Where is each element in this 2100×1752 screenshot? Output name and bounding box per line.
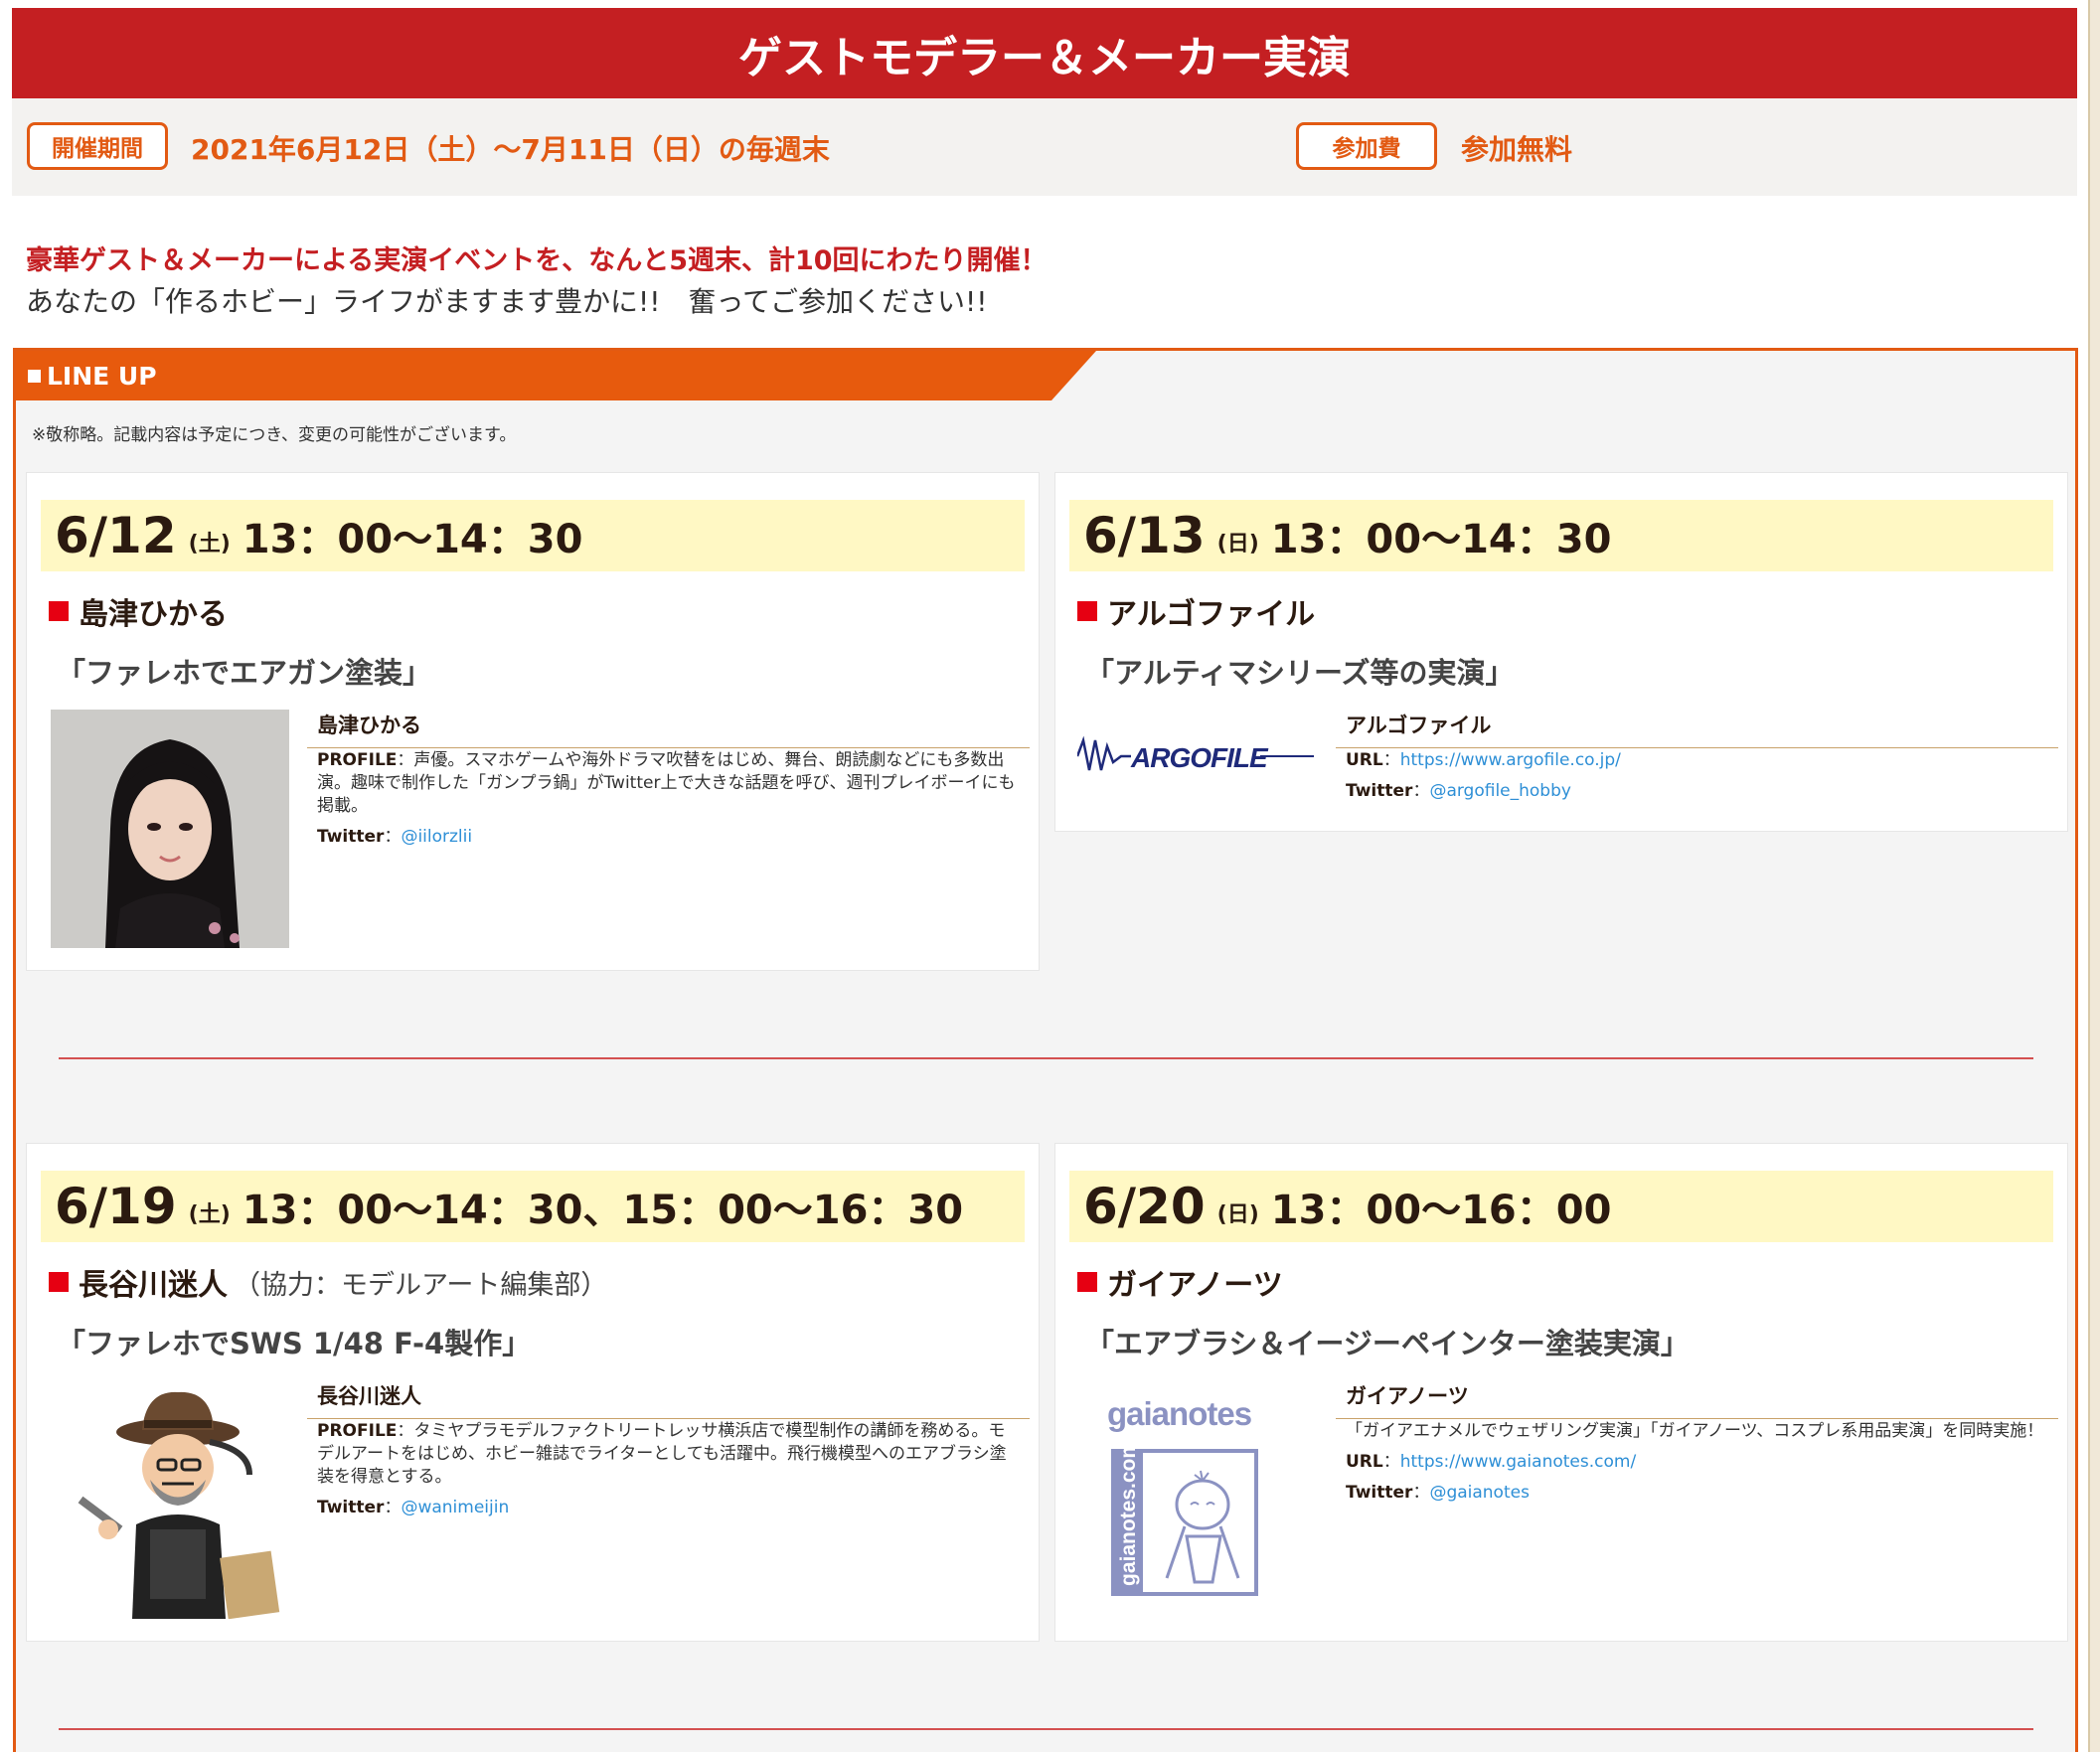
event-subtitle: 「ファレホでエアガン塗装」 [57,656,432,690]
guest-name: 長谷川迷人 （協力：モデルアート編集部） [49,1260,607,1304]
twitter-label: Twitter [1346,1483,1413,1503]
guest-portrait-photo [51,710,289,948]
profile-details: PROFILE：声優。スマホゲームや海外ドラマ吹替をはじめ、舞台、朗読劇などにも… [317,749,1021,857]
section-divider [59,1057,2033,1059]
event-time: 13：00～14：30、15：00～16：30 [242,1188,964,1233]
event-date-bar: 6/19 (土) 13：00～14：30、15：00～16：30 [41,1171,1025,1242]
period-tag: 開催期間 [27,122,168,170]
fee-value: 参加無料 [1461,133,1573,166]
url-row: URL：https://www.gaianotes.com/ [1346,1452,1637,1472]
event-date-bar: 6/20 (日) 13：00～16：00 [1069,1171,2053,1242]
guest-name: アルゴファイル [1077,589,1315,633]
argofile-logo: ARGOFILE [1075,726,1316,786]
event-time: 13：00～14：30 [1270,517,1612,562]
event-subtitle: 「ファレホでSWS 1/48 F-4製作」 [57,1327,532,1360]
profile-name: ガイアノーツ [1336,1380,2058,1419]
event-weekday: (土) [188,1202,231,1227]
twitter-label: Twitter [317,1498,385,1517]
intro-text: あなたの「作るホビー」ライフがますます豊かに!! 奮ってご参加ください!! [26,285,988,318]
event-date: 6/13 [1083,507,1206,564]
guest-name-text: 島津ひかる [79,597,228,632]
profile-name: アルゴファイル [1336,710,2058,748]
lineup-heading: LINE UP [16,351,1096,400]
event-weekday: (日) [1216,532,1259,557]
gaianotes-logo: gaianotes gaianotes.com [1105,1387,1264,1616]
red-square-bullet-icon [49,601,69,621]
guest-name-text: アルゴファイル [1107,597,1316,632]
period-value: 2021年6月12日（土）～7月11日（日）の毎週末 [191,133,830,166]
red-square-bullet-icon [49,1272,69,1292]
fee-tag: 参加費 [1296,122,1437,170]
company-description: 「ガイアエナメルでウェザリング実演」「ガイアノーツ、コスプレ系用品実演」を同時実… [1346,1421,2044,1441]
event-date: 6/20 [1083,1178,1206,1235]
twitter-link[interactable]: @argofile_hobby [1429,781,1571,801]
twitter-label: Twitter [1346,781,1413,801]
profile-body: ：声優。スマホゲームや海外ドラマ吹替をはじめ、舞台、朗読劇などにも多数出演。趣味… [317,750,1016,816]
event-date: 6/19 [55,1178,177,1235]
section-divider [59,1728,2033,1730]
event-weekday: (土) [188,532,231,557]
twitter-row: Twitter：@iilorzlii [317,827,473,847]
profile-details: PROFILE：タミヤプラモデルファクトリートレッサ横浜店で模型制作の講師を務め… [317,1420,1021,1527]
event-card-0613: 6/13 (日) 13：00～14：30 アルゴファイル 「アルティマシリーズ等… [1054,472,2068,832]
event-info-bar: 開催期間 2021年6月12日（土）～7月11日（日）の毎週末 参加費 参加無料 [12,98,2077,196]
profile-text: PROFILE：タミヤプラモデルファクトリートレッサ横浜店で模型制作の講師を務め… [317,1420,1021,1489]
lineup-heading-text: LINE UP [47,361,157,391]
twitter-row: Twitter：@gaianotes [1346,1483,1530,1503]
page-right-edge [2088,0,2100,1752]
event-weekday: (日) [1216,1202,1259,1227]
intro-headline: 豪華ゲスト＆メーカーによる実演イベントを、なんと5週末、計10回にわたり開催！ [26,245,1048,276]
event-subtitle: 「エアブラシ＆イージーペインター塗装実演」 [1085,1327,1690,1360]
gaianotes-logo-text: gaianotes [1107,1395,1251,1432]
profile-details: 「ガイアエナメルでウェザリング実演」「ガイアノーツ、コスプレ系用品実演」を同時実… [1346,1420,2049,1513]
event-date: 6/12 [55,507,177,564]
page-title: ゲストモデラー＆メーカー実演 [738,32,1351,83]
argofile-logo-text: ARGOFILE [1130,742,1269,773]
event-subtitle: 「アルティマシリーズ等の実演」 [1085,656,1515,690]
profile-text: PROFILE：声優。スマホゲームや海外ドラマ吹替をはじめ、舞台、朗読劇などにも… [317,749,1021,818]
event-card-0620: 6/20 (日) 13：00～16：00 ガイアノーツ 「エアブラシ＆イージーペ… [1054,1143,2068,1642]
website-link[interactable]: https://www.gaianotes.com/ [1400,1452,1636,1472]
twitter-link[interactable]: @gaianotes [1429,1483,1530,1503]
guest-name-text: 長谷川迷人 [79,1268,228,1303]
profile-name: 島津ひかる [307,710,1030,748]
twitter-row: Twitter：@argofile_hobby [1346,781,1571,801]
event-date-bar: 6/13 (日) 13：00～14：30 [1069,500,2053,571]
profile-body: ：タミヤプラモデルファクトリートレッサ横浜店で模型制作の講師を務める。モデルアー… [317,1421,1007,1487]
event-time: 13：00～16：00 [1270,1188,1612,1233]
red-square-bullet-icon [1077,601,1097,621]
url-row: URL：https://www.argofile.co.jp/ [1346,750,1621,770]
guest-name: 島津ひかる [49,589,228,633]
profile-label: PROFILE [317,1421,398,1441]
guest-caricature-illustration [51,1380,289,1619]
profile-label: PROFILE [317,750,398,770]
guest-name: ガイアノーツ [1077,1260,1283,1304]
page-title-banner: ゲストモデラー＆メーカー実演 [12,8,2077,98]
lineup-note: ※敬称略。記載内容は予定につき、変更の可能性がございます。 [32,425,517,445]
red-square-bullet-icon [1077,1272,1097,1292]
twitter-row: Twitter：@wanimeijin [317,1498,510,1517]
gaianotes-logo-side-text: gaianotes.com [1117,1440,1140,1586]
twitter-label: Twitter [317,827,385,847]
url-label: URL [1346,750,1383,770]
twitter-link[interactable]: @wanimeijin [401,1498,509,1517]
website-link[interactable]: https://www.argofile.co.jp/ [1400,750,1621,770]
profile-details: URL：https://www.argofile.co.jp/ Twitter：… [1346,749,2049,811]
guest-name-text: ガイアノーツ [1107,1268,1283,1303]
profile-name: 長谷川迷人 [307,1380,1030,1419]
lineup-section: LINE UP ※敬称略。記載内容は予定につき、変更の可能性がございます。 6/… [13,348,2078,1752]
square-bullet-icon [28,370,41,383]
guest-name-cooperation: （協力：モデルアート編集部） [234,1269,608,1301]
event-date-bar: 6/12 (土) 13：00～14：30 [41,500,1025,571]
url-label: URL [1346,1452,1383,1472]
event-card-0612: 6/12 (土) 13：00～14：30 島津ひかる 「ファレホでエアガン塗装」 [26,472,1040,971]
event-time: 13：00～14：30 [242,517,583,562]
twitter-link[interactable]: @iilorzlii [401,827,472,847]
event-card-0619: 6/19 (土) 13：00～14：30、15：00～16：30 長谷川迷人 （… [26,1143,1040,1642]
